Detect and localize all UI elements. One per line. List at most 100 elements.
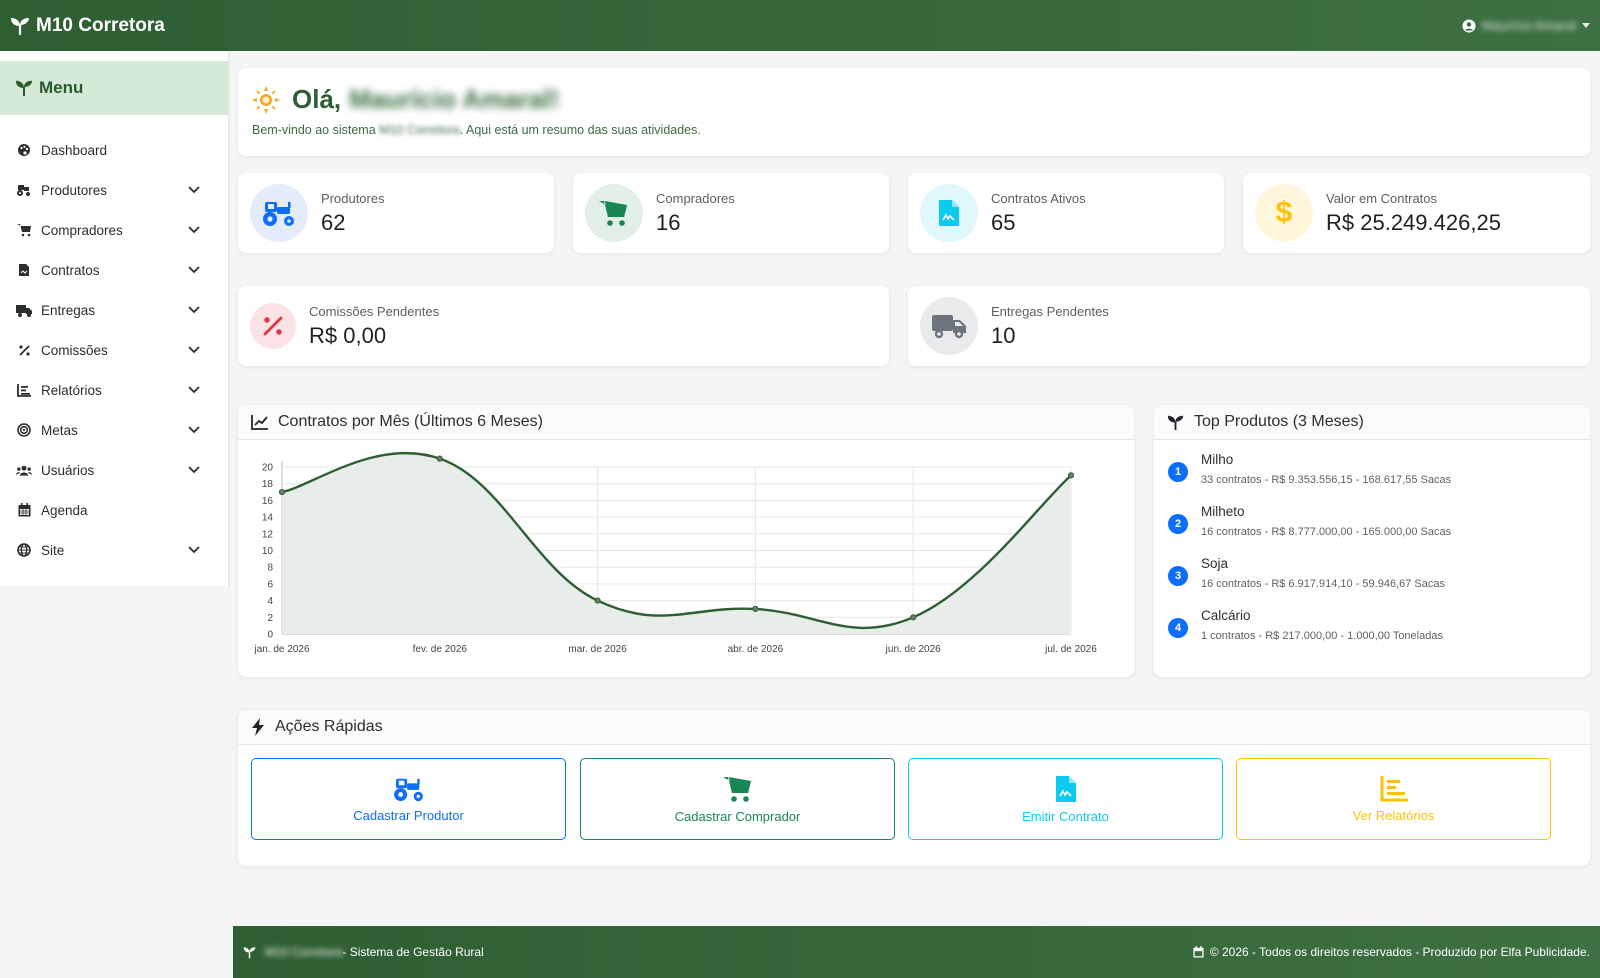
product-details: 1 contratos - R$ 217.000,00 - 1.000,00 T… xyxy=(1201,630,1443,642)
cadastrar-produtor-button[interactable]: Cadastrar Produtor xyxy=(251,758,566,840)
series-area xyxy=(282,453,1071,634)
data-point xyxy=(278,488,286,496)
sidebar-item-dashboard[interactable]: Dashboard xyxy=(0,130,228,170)
palette-icon xyxy=(16,142,32,158)
user-menu[interactable]: Maurício Amaral xyxy=(1462,18,1590,33)
sidebar-item-contratos[interactable]: Contratos xyxy=(0,250,228,290)
button-label: Ver Relatórios xyxy=(1352,807,1435,823)
calendar-icon xyxy=(16,502,32,518)
seedling-icon xyxy=(243,946,256,958)
stat-card-contratos: Contratos Ativos 65 xyxy=(908,173,1224,253)
footer-copyright-block: © 2026 - Todos os direitos reservados - … xyxy=(1193,945,1590,959)
chevron-down-icon xyxy=(188,546,200,554)
y-tick-label: 14 xyxy=(262,513,274,524)
globe-icon xyxy=(16,542,32,558)
y-tick-label: 12 xyxy=(262,529,274,540)
list-item: 3 Soja 16 contratos - R$ 6.917.914,10 - 5… xyxy=(1154,556,1590,608)
tractor-icon xyxy=(250,184,308,242)
chevron-down-icon xyxy=(188,186,200,194)
footer: M10 Corretora - Sistema de Gestão Rural … xyxy=(233,926,1600,978)
brand-title: M10 Corretora xyxy=(36,14,165,36)
data-point xyxy=(752,605,759,613)
sidebar-item-label: Agenda xyxy=(41,502,88,518)
stat-label: Compradores xyxy=(656,190,735,206)
seedling-icon xyxy=(15,80,33,97)
x-tick-label: fev. de 2026 xyxy=(413,644,468,655)
sidebar-item-comissoes[interactable]: Comissões xyxy=(0,330,228,370)
list-item: 4 Calcário 1 contratos - R$ 217.000,00 - … xyxy=(1154,608,1590,660)
data-point xyxy=(1067,472,1075,479)
brand-link[interactable]: M10 Corretora xyxy=(10,15,165,37)
product-details: 33 contratos - R$ 9.353.556,15 - 168.617… xyxy=(1201,474,1452,486)
truck-icon xyxy=(16,302,32,318)
welcome-sub-suffix: . Aqui está um resumo das suas atividade… xyxy=(459,123,701,137)
welcome-card: Olá, Maurício Amaral! Bem-vindo ao siste… xyxy=(238,68,1590,156)
rank-badge: 3 xyxy=(1168,566,1188,586)
cart-icon xyxy=(722,776,751,802)
chart-card-header: Contratos por Mês (Últimos 6 Meses) xyxy=(238,405,1134,440)
x-tick-label: abr. de 2026 xyxy=(728,644,784,655)
chevron-down-icon xyxy=(188,386,200,394)
sidebar-item-site[interactable]: Site xyxy=(0,530,228,570)
list-item: 1 Milho 33 contratos - R$ 9.353.556,15 - … xyxy=(1154,452,1590,504)
emitir-contrato-button[interactable]: Emitir Contrato xyxy=(908,758,1223,840)
chart-icon xyxy=(16,382,32,398)
sidebar-item-label: Produtores xyxy=(41,182,108,198)
y-tick-label: 10 xyxy=(262,546,274,557)
footer-copyright: © 2026 - Todos os direitos reservados - … xyxy=(1209,945,1590,959)
sidebar-item-entregas[interactable]: Entregas xyxy=(0,290,228,330)
stat-value: 65 xyxy=(991,209,1016,235)
y-tick-label: 20 xyxy=(262,463,274,474)
sidebar-item-metas[interactable]: Metas xyxy=(0,410,228,450)
x-tick-label: jan. de 2026 xyxy=(253,644,309,655)
cadastrar-comprador-button[interactable]: Cadastrar Comprador xyxy=(580,758,895,840)
x-tick-label: jun. de 2026 xyxy=(885,644,941,655)
data-point xyxy=(594,597,601,604)
x-tick-label: mar. de 2026 xyxy=(568,644,627,655)
sidebar: Menu Dashboard Produtores Compradores Co… xyxy=(0,51,230,586)
sidebar-item-produtores[interactable]: Produtores xyxy=(0,170,228,210)
contracts-line-chart: 0 2 4 6 8 10 12 14 16 18 20 jan. de 2026 fev. de 202… xyxy=(253,452,1097,655)
user-greeting-name: Maurício Amaral! xyxy=(349,84,560,114)
stat-card-comissoes: Comissões Pendentes R$ 0,00 xyxy=(238,286,889,366)
chevron-down-icon xyxy=(188,266,200,274)
stat-label: Contratos Ativos xyxy=(991,190,1086,206)
sidebar-item-label: Dashboard xyxy=(41,142,108,158)
greeting-text: Olá, xyxy=(292,84,342,114)
sidebar-item-agenda[interactable]: Agenda xyxy=(0,490,228,530)
top-products-card: Top Produtos (3 Meses) 1 Milho 33 contrat… xyxy=(1154,405,1590,677)
rank-badge: 4 xyxy=(1168,618,1188,638)
target-icon xyxy=(16,422,32,438)
y-tick-label: 18 xyxy=(262,479,274,490)
truck-icon xyxy=(920,297,978,355)
product-details: 16 contratos - R$ 8.777.000,00 - 165.000… xyxy=(1201,526,1452,538)
chevron-down-icon xyxy=(188,306,200,314)
button-label: Cadastrar Comprador xyxy=(674,808,801,824)
stat-label: Entregas Pendentes xyxy=(991,303,1109,319)
y-tick-label: 8 xyxy=(267,563,273,574)
contract-icon xyxy=(920,184,978,242)
ver-relatorios-button[interactable]: Ver Relatórios xyxy=(1236,758,1551,840)
x-tick-label: jul. de 2026 xyxy=(1044,644,1097,655)
chevron-down-icon xyxy=(188,466,200,474)
stat-value: 62 xyxy=(321,209,346,235)
percent-icon xyxy=(250,303,296,349)
product-name: Milho xyxy=(1201,452,1234,467)
footer-system-name: M10 Corretora xyxy=(265,945,343,959)
product-name: Calcário xyxy=(1201,608,1251,623)
sidebar-item-label: Relatórios xyxy=(41,382,102,398)
top-navbar: M10 Corretora Maurício Amaral xyxy=(0,0,1600,51)
sidebar-header: Menu xyxy=(0,61,228,115)
rank-badge: 2 xyxy=(1168,514,1188,534)
sidebar-item-relatorios[interactable]: Relatórios xyxy=(0,370,228,410)
welcome-heading: Olá, Maurício Amaral! xyxy=(252,84,1576,115)
stat-label: Comissões Pendentes xyxy=(309,303,440,319)
stat-value: 10 xyxy=(991,322,1016,348)
users-icon xyxy=(16,462,32,478)
sidebar-item-label: Site xyxy=(41,542,65,558)
top-products-list: 1 Milho 33 contratos - R$ 9.353.556,15 - … xyxy=(1154,440,1590,660)
button-label: Cadastrar Produtor xyxy=(353,807,464,823)
sidebar-item-usuarios[interactable]: Usuários xyxy=(0,450,228,490)
stat-card-compradores: Compradores 16 xyxy=(573,173,889,253)
sidebar-item-compradores[interactable]: Compradores xyxy=(0,210,228,250)
